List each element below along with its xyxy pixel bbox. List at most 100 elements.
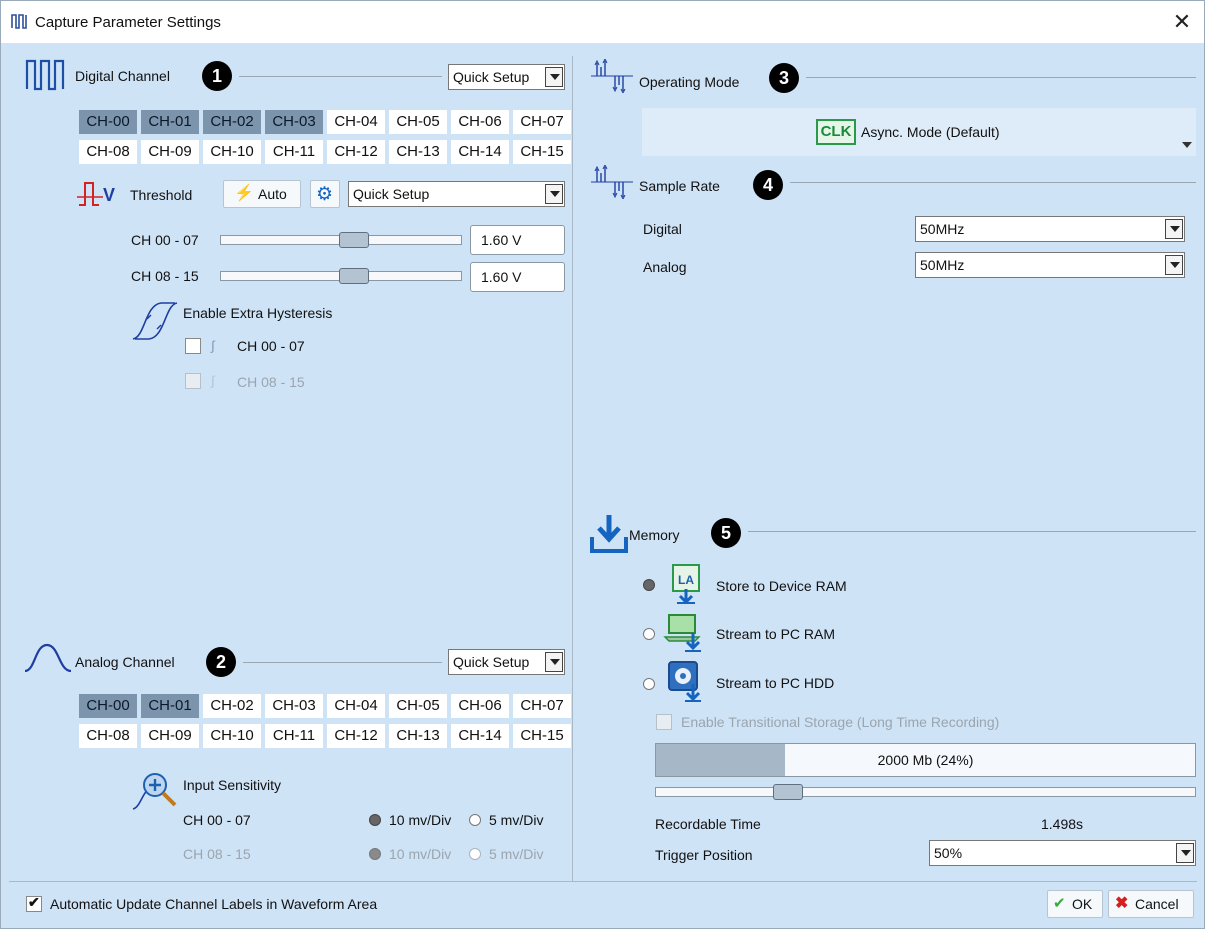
laptop-icon (663, 611, 707, 658)
digital-channel-chip[interactable]: CH-12 (327, 140, 385, 164)
digital-channel-chip[interactable]: CH-06 (451, 110, 509, 134)
operating-mode-title: Operating Mode (639, 74, 740, 90)
analog-quick-setup-button[interactable]: Quick Setup (448, 649, 565, 675)
capture-settings-dialog: Capture Parameter Settings ✕ Digital Cha… (0, 0, 1205, 929)
digital-channel-chip[interactable]: CH-07 (513, 110, 571, 134)
analog-channel-title: Analog Channel (75, 654, 175, 670)
cancel-button[interactable]: ✖ Cancel (1108, 890, 1194, 918)
analog-channel-chip[interactable]: CH-13 (389, 724, 447, 748)
memory-radio-pc-ram[interactable] (643, 628, 655, 640)
analog-rate-value: 50MHz (920, 257, 965, 273)
threshold-slider-ch08-15[interactable] (220, 268, 462, 284)
memory-slider[interactable] (655, 784, 1196, 800)
memory-size-text: 2000 Mb (24%) (877, 752, 974, 768)
threshold-settings-button[interactable]: ⚙ (310, 180, 340, 208)
digital-channel-icon (25, 57, 67, 94)
trigger-position-select[interactable]: 50% (929, 840, 1196, 866)
digital-channel-chip[interactable]: CH-14 (451, 140, 509, 164)
hysteresis-checkbox-ch08-15[interactable] (185, 373, 201, 389)
sensitivity-radio-10mv-ch08-15[interactable] (369, 848, 381, 860)
divider (790, 182, 1196, 183)
ok-button[interactable]: ✔ OK (1047, 890, 1103, 918)
auto-label: Auto (258, 186, 287, 202)
sample-rate-badge: 4 (753, 170, 783, 200)
analog-channel-chip[interactable]: CH-10 (203, 724, 261, 748)
gear-icon: ⚙ (316, 184, 334, 205)
digital-channel-chip[interactable]: CH-00 (79, 110, 137, 134)
recordable-time-value: 1.498s (1041, 816, 1084, 832)
divider (243, 662, 442, 663)
digital-channel-title: Digital Channel (75, 68, 170, 84)
digital-rate-select[interactable]: 50MHz (915, 216, 1185, 242)
transitional-storage-label: Enable Transitional Storage (Long Time R… (681, 714, 1000, 730)
analog-channel-chip[interactable]: CH-15 (513, 724, 571, 748)
analog-channel-chip[interactable]: CH-08 (79, 724, 137, 748)
hdd-icon (665, 660, 707, 707)
analog-channel-chip[interactable]: CH-07 (513, 694, 571, 718)
threshold-value-ch08-15[interactable]: 1.60 V (470, 262, 565, 292)
digital-channel-chip[interactable]: CH-09 (141, 140, 199, 164)
analog-channel-badge: 2 (206, 647, 236, 677)
analog-channel-chip[interactable]: CH-05 (389, 694, 447, 718)
operating-mode-icon (591, 57, 633, 96)
transitional-storage-checkbox[interactable] (656, 714, 672, 730)
close-icon: ✖ (1115, 895, 1129, 912)
analog-channel-chip[interactable]: CH-03 (265, 694, 323, 718)
analog-channel-chip[interactable]: CH-11 (265, 724, 323, 748)
analog-channel-chip[interactable]: CH-01 (141, 694, 199, 718)
operating-mode-select[interactable]: CLK Async. Mode (Default) (642, 108, 1196, 156)
recordable-time-label: Recordable Time (655, 816, 761, 832)
threshold-preset-select[interactable]: Quick Setup (348, 181, 565, 207)
close-button[interactable]: ✕ (1166, 7, 1198, 37)
operating-mode-value: Async. Mode (Default) (861, 124, 1000, 140)
vertical-divider (572, 56, 573, 882)
digital-channel-chip[interactable]: CH-05 (389, 110, 447, 134)
check-icon: ✔ (1053, 895, 1066, 912)
analog-channel-chip[interactable]: CH-14 (451, 724, 509, 748)
hysteresis-icon (131, 299, 179, 346)
digital-channel-chip[interactable]: CH-11 (265, 140, 323, 164)
slider-thumb[interactable] (339, 232, 369, 248)
analog-channel-chip[interactable]: CH-00 (79, 694, 137, 718)
memory-badge: 5 (711, 518, 741, 548)
device-ram-icon: LA (665, 563, 707, 610)
digital-quick-setup-button[interactable]: Quick Setup (448, 64, 565, 90)
digital-channel-chip[interactable]: CH-08 (79, 140, 137, 164)
digital-channel-chip[interactable]: CH-04 (327, 110, 385, 134)
sensitivity-radio-5mv-ch08-15[interactable] (469, 848, 481, 860)
hysteresis-checkbox-ch00-07[interactable] (185, 338, 201, 354)
digital-channel-chip[interactable]: CH-13 (389, 140, 447, 164)
digital-channel-chip[interactable]: CH-15 (513, 140, 571, 164)
analog-channel-chip[interactable]: CH-04 (327, 694, 385, 718)
memory-radio-device-ram[interactable] (643, 579, 655, 591)
trigger-position-value: 50% (934, 845, 963, 861)
threshold-auto-button[interactable]: ⚡ Auto (223, 180, 301, 208)
hysteresis-label: CH 00 - 07 (237, 338, 305, 354)
sensitivity-row-label: CH 08 - 15 (183, 846, 251, 862)
sample-rate-title: Sample Rate (639, 178, 720, 194)
chevron-down-icon (1165, 255, 1183, 275)
memory-option-label: Stream to PC RAM (716, 626, 836, 642)
analog-rate-select[interactable]: 50MHz (915, 252, 1185, 278)
analog-channel-chip[interactable]: CH-02 (203, 694, 261, 718)
analog-channel-chip[interactable]: CH-09 (141, 724, 199, 748)
analog-channel-chip[interactable]: CH-06 (451, 694, 509, 718)
analog-channel-chip[interactable]: CH-12 (327, 724, 385, 748)
divider (806, 77, 1196, 78)
threshold-value-ch00-07[interactable]: 1.60 V (470, 225, 565, 255)
slider-thumb[interactable] (773, 784, 803, 800)
digital-channel-chip[interactable]: CH-03 (265, 110, 323, 134)
memory-radio-pc-hdd[interactable] (643, 678, 655, 690)
slider-thumb[interactable] (339, 268, 369, 284)
sensitivity-option-label: 10 mv/Div (389, 846, 452, 862)
sensitivity-radio-5mv-ch00-07[interactable] (469, 814, 481, 826)
digital-channel-chip[interactable]: CH-10 (203, 140, 261, 164)
memory-size-bar[interactable]: 2000 Mb (24%) (655, 743, 1196, 777)
sensitivity-radio-10mv-ch00-07[interactable] (369, 814, 381, 826)
digital-channel-chip[interactable]: CH-01 (141, 110, 199, 134)
auto-update-labels-checkbox[interactable]: ✔ (26, 894, 42, 912)
threshold-slider-ch00-07[interactable] (220, 232, 462, 248)
checkmark-icon: ✔ (28, 894, 40, 910)
chevron-down-icon (545, 67, 563, 87)
digital-channel-chip[interactable]: CH-02 (203, 110, 261, 134)
